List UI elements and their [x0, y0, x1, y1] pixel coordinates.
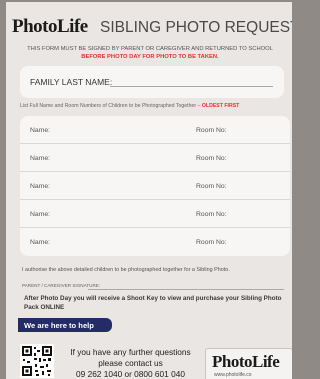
footer-logo: PhotoLife www.photolife.co [205, 348, 292, 379]
family-name-field[interactable] [110, 86, 273, 87]
child-name-label: Name: [30, 239, 51, 246]
footer-logo-text: PhotoLife [212, 352, 280, 371]
form-header: PhotoLife SIBLING PHOTO REQUEST [12, 16, 292, 38]
child-row[interactable]: Name: Room No: [20, 172, 290, 200]
child-row[interactable]: Name: Room No: [20, 200, 290, 228]
instructions-highlight: OLDEST FIRST [201, 103, 240, 109]
child-name-label: Name: [30, 211, 51, 218]
form-title: SIBLING PHOTO REQUEST [100, 19, 292, 36]
contact-info: If you have any further questions please… [58, 347, 203, 379]
child-room-label: Room No: [196, 239, 227, 246]
child-room-label: Room No: [196, 155, 227, 162]
brand-logo: PhotoLife [12, 16, 88, 37]
contact-phone: 09 262 1040 or 0800 601 040 [76, 369, 185, 379]
notice-line: THIS FORM MUST BE SIGNED BY PARENT OR CA… [27, 46, 273, 52]
return-notice: THIS FORM MUST BE SIGNED BY PARENT OR CA… [12, 45, 288, 61]
children-table: Name: Room No: Name: Room No: Name: Room… [20, 116, 290, 256]
after-photo-info: After Photo Day you will receive a Shoot… [24, 295, 282, 311]
request-form: PhotoLife SIBLING PHOTO REQUEST THIS FOR… [6, 2, 292, 379]
child-name-label: Name: [30, 155, 51, 162]
family-name-box: FAMILY LAST NAME: [20, 66, 284, 98]
family-name-label: FAMILY LAST NAME: [30, 77, 113, 87]
signature-label: PARENT / CAREGIVER SIGNATURE: [22, 283, 101, 288]
qr-code-icon [20, 344, 54, 378]
list-instructions: List Full Name and Room Numbers of Child… [20, 103, 239, 109]
signature-field[interactable] [88, 289, 284, 290]
authorisation-statement: I authorise the above detailed children … [22, 267, 230, 273]
contact-line: If you have any further questions [70, 347, 191, 357]
child-name-label: Name: [30, 127, 51, 134]
child-row[interactable]: Name: Room No: [20, 144, 290, 172]
help-text: We are here to help [24, 321, 94, 330]
child-row[interactable]: Name: Room No: [20, 228, 290, 255]
child-room-label: Room No: [196, 127, 227, 134]
contact-line: please contact us [98, 358, 163, 368]
footer-website: www.photolife.co [214, 372, 252, 378]
child-row[interactable]: Name: Room No: [20, 116, 290, 144]
child-room-label: Room No: [196, 183, 227, 190]
child-name-label: Name: [30, 183, 51, 190]
child-room-label: Room No: [196, 211, 227, 218]
notice-deadline: BEFORE PHOTO DAY FOR PHOTO TO BE TAKEN. [81, 54, 219, 60]
help-banner: We are here to help [18, 318, 112, 332]
instructions-text: List Full Name and Room Numbers of Child… [20, 103, 201, 109]
